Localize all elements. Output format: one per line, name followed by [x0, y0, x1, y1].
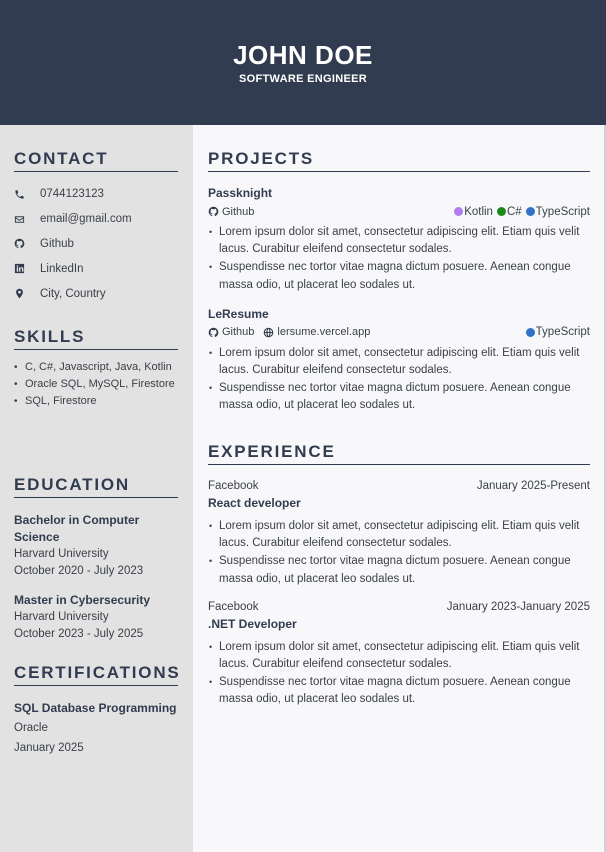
tag-label: Kotlin [464, 205, 493, 218]
project-website-link[interactable]: lersume.vercel.app [263, 326, 370, 338]
certifications-heading: CERTIFICATIONS [14, 663, 179, 686]
projects-section: PROJECTS Passknight Github Kotlin C# Typ… [208, 149, 590, 416]
tag-label: TypeScript [535, 205, 590, 218]
project-bullets: Lorem ipsum dolor sit amet, consectetur … [208, 224, 590, 294]
experience-dates: January 2025-Present [476, 480, 590, 492]
experience-dates: January 2023-January 2025 [446, 600, 590, 613]
certifications-section: CERTIFICATIONS SQL Database Programming … [14, 663, 179, 757]
contact-phone-text: 0744123123 [40, 188, 104, 201]
contact-github[interactable]: Github [14, 232, 178, 257]
contact-email[interactable]: email@gmail.com [14, 207, 178, 232]
bullet-item: Lorem ipsum dolor sit amet, consectetur … [208, 345, 590, 379]
job-role: .NET Developer [208, 616, 297, 631]
project-links: Github [208, 206, 263, 218]
degree-name: Master in Cybersecurity [14, 593, 151, 607]
school-name: Harvard University [14, 611, 109, 623]
tech-tag: TypeScript [525, 326, 590, 339]
project-bullets: Lorem ipsum dolor sit amet, consectetur … [208, 345, 590, 415]
phone-icon [14, 189, 40, 200]
envelope-icon [14, 214, 40, 225]
job-title: SOFTWARE ENGINEER [239, 73, 367, 85]
project-links: Github lersume.vercel.app [208, 326, 379, 338]
certification-date: January 2025 [14, 742, 84, 754]
education-dates: October 2023 - July 2025 [14, 628, 144, 640]
experience-entry: Facebook January 2023-January 2025 .NET … [208, 599, 590, 709]
contact-heading: CONTACT [14, 149, 178, 172]
bullet-item: Lorem ipsum dolor sit amet, consectetur … [208, 518, 590, 552]
project-meta: Github Kotlin C# TypeScript [208, 203, 590, 220]
experience-section: EXPERIENCE Facebook January 2025-Present… [208, 442, 590, 710]
globe-icon [264, 327, 274, 338]
experience-heading: EXPERIENCE [208, 442, 590, 465]
contact-location: City, Country [14, 281, 178, 306]
tag-dot [525, 327, 535, 337]
tag-dot [496, 207, 506, 216]
bullet-item: Suspendisse nec tortor vitae magna dictu… [208, 553, 590, 587]
project-link-text: Github [222, 205, 255, 218]
degree-name: Bachelor in Computer Science [14, 513, 140, 544]
bullet-item: Lorem ipsum dolor sit amet, consectetur … [208, 639, 590, 673]
job-role: React developer [208, 496, 301, 510]
skills-heading: SKILLS [14, 327, 178, 350]
contact-section: CONTACT 0744123123 email@gmail.com Githu… [14, 149, 178, 306]
projects-heading: PROJECTS [208, 149, 590, 172]
experience-entry: Facebook January 2025-Present React deve… [208, 478, 590, 588]
bullet-item: Suspendisse nec tortor vitae magna dictu… [208, 674, 590, 708]
tag-label: C# [506, 205, 522, 218]
certification-name: SQL Database Programming [14, 701, 177, 715]
project-github-link[interactable]: Github [208, 326, 254, 338]
skills-list: C, C#, Javascript, Java, Kotlin Oracle S… [14, 359, 178, 410]
experience-header: Facebook January 2023-January 2025 [208, 599, 590, 615]
education-section: EDUCATION Bachelor in Computer Science H… [14, 475, 178, 643]
contact-location-text: City, Country [40, 287, 106, 300]
project-meta: Github lersume.vercel.app TypeScript [208, 324, 590, 341]
github-icon [14, 238, 40, 249]
tag-label: TypeScript [535, 326, 590, 339]
company-name: Facebook [208, 600, 259, 613]
bullet-item: Lorem ipsum dolor sit amet, consectetur … [208, 224, 590, 258]
location-pin-icon [14, 288, 40, 299]
tag-dot [525, 207, 535, 216]
project-entry: LeResume Github lersume.vercel.app TypeS… [208, 306, 590, 415]
contact-linkedin[interactable]: LinkedIn [14, 256, 178, 281]
contact-phone: 0744123123 [14, 182, 178, 207]
project-tags: TypeScript [522, 326, 590, 338]
skill-item: Oracle SQL, MySQL, Firestore [14, 376, 178, 393]
contact-github-text: Github [40, 237, 74, 250]
education-dates: October 2020 - July 2023 [14, 565, 144, 577]
linkedin-icon [14, 263, 40, 274]
resume-header: JOHN DOE SOFTWARE ENGINEER [0, 0, 606, 125]
education-heading: EDUCATION [14, 475, 178, 498]
experience-header: Facebook January 2025-Present [208, 478, 590, 494]
skill-item: SQL, Firestore [14, 393, 178, 410]
contact-list: 0744123123 email@gmail.com Github Linked… [14, 182, 178, 306]
github-icon [208, 327, 219, 337]
contact-linkedin-text: LinkedIn [40, 262, 84, 275]
github-icon [208, 206, 219, 217]
bullet-item: Suspendisse nec tortor vitae magna dictu… [208, 380, 590, 414]
tag-dot [454, 207, 464, 216]
skills-section: SKILLS C, C#, Javascript, Java, Kotlin O… [14, 327, 178, 410]
project-link-text: lersume.vercel.app [277, 326, 371, 339]
tech-tag: C# [496, 205, 522, 218]
project-entry: Passknight Github Kotlin C# TypeScript L… [208, 185, 590, 294]
bullet-item: Suspendisse nec tortor vitae magna dictu… [208, 259, 590, 293]
contact-email-text: email@gmail.com [40, 213, 132, 226]
project-name: LeResume [208, 306, 269, 321]
education-entry: Master in Cybersecurity Harvard Universi… [14, 592, 178, 643]
person-name: JOHN DOE [233, 40, 373, 70]
experience-bullets: Lorem ipsum dolor sit amet, consectetur … [208, 518, 590, 588]
project-link-text: Github [222, 326, 255, 339]
tech-tag: TypeScript [525, 205, 590, 218]
education-entry: Bachelor in Computer Science Harvard Uni… [14, 512, 178, 580]
certification-issuer: Oracle [14, 722, 48, 734]
school-name: Harvard University [14, 548, 109, 560]
project-tags: Kotlin C# TypeScript [450, 206, 590, 218]
skill-item: C, C#, Javascript, Java, Kotlin [14, 359, 178, 376]
company-name: Facebook [208, 480, 259, 492]
experience-bullets: Lorem ipsum dolor sit amet, consectetur … [208, 639, 590, 709]
tech-tag: Kotlin [454, 206, 493, 218]
project-github-link[interactable]: Github [208, 206, 254, 218]
project-name: Passknight [208, 186, 273, 200]
